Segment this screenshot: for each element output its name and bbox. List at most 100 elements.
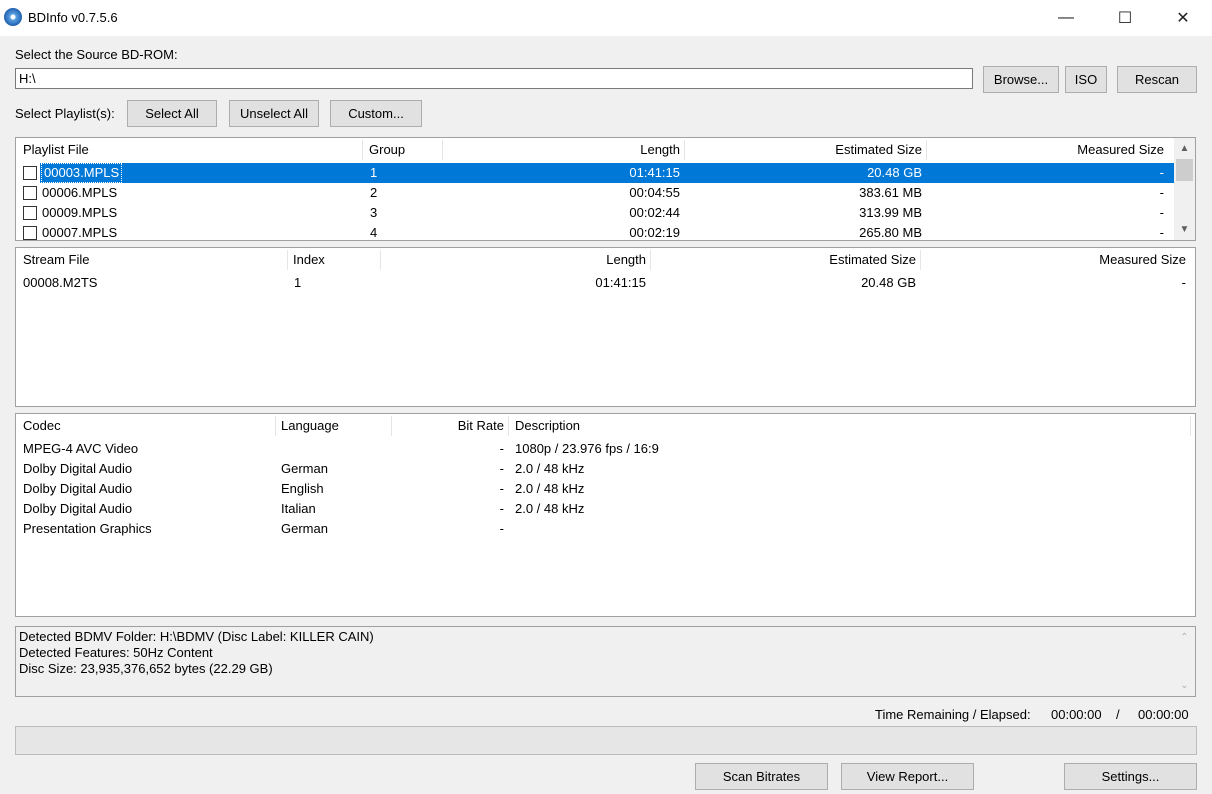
col-codec[interactable]: Codec xyxy=(23,414,61,438)
title-bar: BDInfo v0.7.5.6 — ☐ ✕ xyxy=(0,0,1212,36)
playlist-checkbox[interactable] xyxy=(23,186,37,200)
codec-language: German xyxy=(281,521,328,536)
minimize-button[interactable]: — xyxy=(1037,0,1095,36)
scroll-up-icon[interactable]: ⌃ xyxy=(1176,629,1193,646)
col-playlist-file[interactable]: Playlist File xyxy=(23,138,89,162)
scan-progress-bar xyxy=(15,726,1197,755)
scroll-down-icon[interactable]: ▼ xyxy=(1176,221,1193,238)
codec-bitrate: - xyxy=(499,441,504,456)
playlist-table[interactable]: Playlist File Group Length Estimated Siz… xyxy=(15,137,1196,241)
playlist-estimated-size: 265.80 MB xyxy=(859,225,922,240)
col-stream-file[interactable]: Stream File xyxy=(23,248,89,272)
header-divider xyxy=(926,140,927,160)
playlist-file[interactable]: 00009.MPLS xyxy=(42,203,117,223)
playlist-measured-size: - xyxy=(1159,185,1164,200)
stream-table[interactable]: Stream File Index Length Estimated Size … xyxy=(15,247,1196,407)
select-all-button[interactable]: Select All xyxy=(127,100,217,127)
col-description[interactable]: Description xyxy=(515,414,580,438)
scroll-down-icon[interactable]: ⌄ xyxy=(1176,677,1193,694)
col-index[interactable]: Index xyxy=(293,248,325,272)
settings-button[interactable]: Settings... xyxy=(1064,763,1197,790)
iso-button[interactable]: ISO xyxy=(1065,66,1107,93)
codec-bitrate: - xyxy=(499,501,504,516)
stream-measured-size: - xyxy=(1181,275,1186,290)
playlist-checkbox[interactable] xyxy=(23,166,37,180)
minimize-icon: — xyxy=(1058,9,1074,26)
header-divider xyxy=(1190,416,1191,436)
codec-bitrate: - xyxy=(499,521,504,536)
header-divider xyxy=(442,140,443,160)
playlist-length: 01:41:15 xyxy=(629,165,680,180)
playlist-estimated-size: 383.61 MB xyxy=(859,185,922,200)
col-bit-rate[interactable]: Bit Rate xyxy=(394,414,504,438)
close-icon: ✕ xyxy=(1176,10,1190,27)
stream-estimated-size: 20.48 GB xyxy=(861,275,916,290)
playlist-scrollbar[interactable]: ▲ ▼ xyxy=(1174,138,1195,240)
scroll-thumb[interactable] xyxy=(1176,159,1193,181)
playlist-checkbox[interactable] xyxy=(23,206,37,220)
playlist-group: 1 xyxy=(370,165,378,180)
unselect-all-button[interactable]: Unselect All xyxy=(229,100,319,127)
playlist-measured-size: - xyxy=(1159,205,1164,220)
maximize-icon: ☐ xyxy=(1117,10,1133,27)
header-divider xyxy=(380,250,381,270)
col-estimated-size[interactable]: Estimated Size xyxy=(688,138,922,162)
playlist-measured-size: - xyxy=(1159,165,1164,180)
codec-name[interactable]: Dolby Digital Audio xyxy=(23,499,132,519)
playlist-file[interactable]: 00006.MPLS xyxy=(42,183,117,203)
custom-button[interactable]: Custom... xyxy=(330,100,422,127)
stream-file[interactable]: 00008.M2TS xyxy=(23,273,97,293)
codec-table[interactable]: Codec Language Bit Rate Description MPEG… xyxy=(15,413,1196,617)
playlist-measured-size: - xyxy=(1159,225,1164,240)
codec-name[interactable]: MPEG-4 AVC Video xyxy=(23,439,138,459)
header-divider xyxy=(920,250,921,270)
playlist-estimated-size: 20.48 GB xyxy=(867,165,922,180)
scan-bitrates-button[interactable]: Scan Bitrates xyxy=(695,763,828,790)
source-path-input[interactable]: H:\ xyxy=(15,68,973,89)
rescan-button[interactable]: Rescan xyxy=(1117,66,1197,93)
status-textbox[interactable]: Detected BDMV Folder: H:\BDMV (Disc Labe… xyxy=(15,626,1196,697)
playlist-checkbox[interactable] xyxy=(23,226,37,240)
time-remaining-label: Time Remaining / Elapsed: xyxy=(875,707,1031,722)
browse-button[interactable]: Browse... xyxy=(983,66,1059,93)
playlist-group: 3 xyxy=(370,205,378,220)
codec-bitrate: - xyxy=(499,461,504,476)
stream-index: 1 xyxy=(294,275,302,290)
playlist-estimated-size: 313.99 MB xyxy=(859,205,922,220)
source-label: Select the Source BD-ROM: xyxy=(15,47,178,62)
codec-language: English xyxy=(281,481,324,496)
app-disc-icon xyxy=(4,8,22,26)
playlist-file[interactable]: 00007.MPLS xyxy=(42,223,117,240)
col-measured-size[interactable]: Measured Size xyxy=(924,248,1186,272)
close-button[interactable]: ✕ xyxy=(1154,0,1212,36)
codec-name[interactable]: Dolby Digital Audio xyxy=(23,479,132,499)
scroll-up-icon[interactable]: ▲ xyxy=(1176,140,1193,157)
time-elapsed-value: 00:00:00 xyxy=(1138,707,1189,722)
playlist-length: 00:02:44 xyxy=(629,205,680,220)
view-report-button[interactable]: View Report... xyxy=(841,763,974,790)
maximize-button[interactable]: ☐ xyxy=(1096,0,1154,36)
col-language[interactable]: Language xyxy=(281,414,339,438)
col-measured-size[interactable]: Measured Size xyxy=(930,138,1164,162)
col-length[interactable]: Length xyxy=(384,248,646,272)
col-group[interactable]: Group xyxy=(369,138,405,162)
header-divider xyxy=(650,250,651,270)
status-line: Detected BDMV Folder: H:\BDMV (Disc Labe… xyxy=(19,629,374,644)
status-line: Detected Features: 50Hz Content xyxy=(19,645,213,660)
codec-description: 2.0 / 48 kHz xyxy=(515,461,585,476)
header-divider xyxy=(287,250,288,270)
header-divider xyxy=(684,140,685,160)
playlist-group: 4 xyxy=(370,225,378,240)
col-length[interactable]: Length xyxy=(446,138,680,162)
playlist-group: 2 xyxy=(370,185,378,200)
time-separator: / xyxy=(1116,707,1120,722)
header-divider xyxy=(362,140,363,160)
codec-name[interactable]: Presentation Graphics xyxy=(23,519,152,539)
codec-name[interactable]: Dolby Digital Audio xyxy=(23,459,132,479)
codec-language: Italian xyxy=(281,501,316,516)
status-line: Disc Size: 23,935,376,652 bytes (22.29 G… xyxy=(19,661,273,676)
playlist-file[interactable]: 00003.MPLS xyxy=(40,163,123,183)
header-divider xyxy=(391,416,392,436)
col-estimated-size[interactable]: Estimated Size xyxy=(654,248,916,272)
codec-bitrate: - xyxy=(499,481,504,496)
